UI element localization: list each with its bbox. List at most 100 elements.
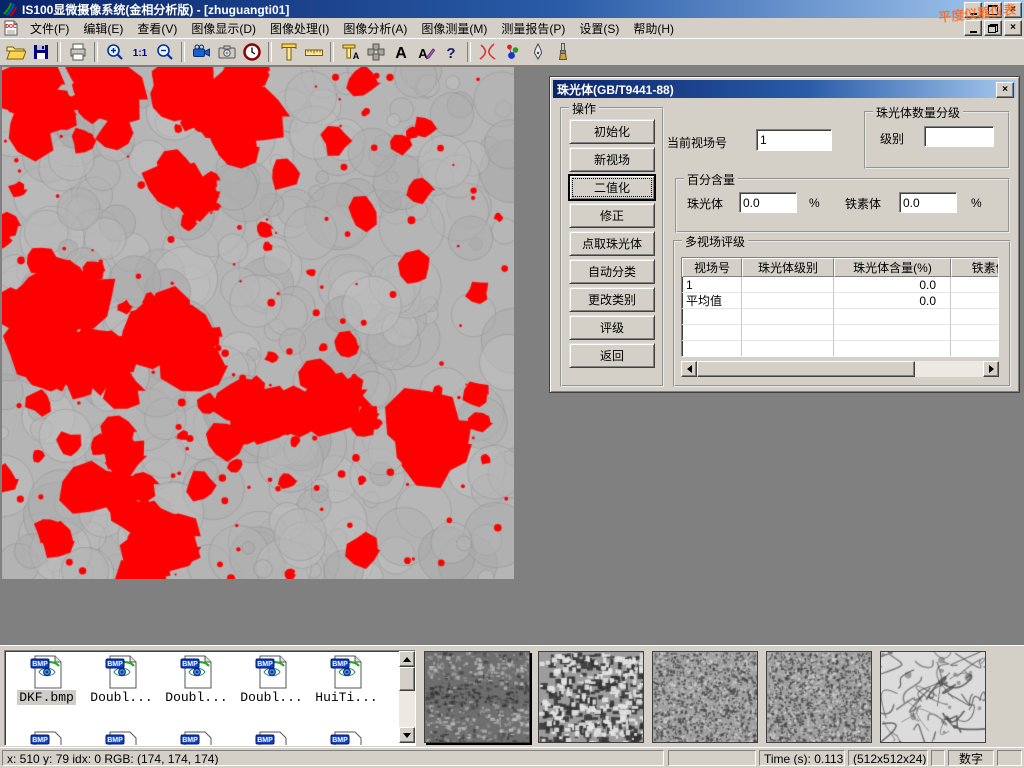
op-pick-pearlite-button[interactable]: 点取珠光体: [569, 231, 655, 256]
child-minimize-button[interactable]: [964, 20, 982, 36]
menu-item-image-processing[interactable]: 图像处理(I): [263, 18, 336, 39]
print-button[interactable]: [65, 40, 90, 64]
scroll-down-button[interactable]: [399, 727, 415, 743]
op-auto-classify-button[interactable]: 自动分类: [569, 259, 655, 284]
multi-field-group: 多视场评级 视场号 珠光体级别 珠光体含量(%) 铁素体含量(%) 1 0.0: [673, 240, 1011, 387]
thumbnail-image-3[interactable]: [652, 651, 758, 743]
save-button[interactable]: [28, 40, 53, 64]
col-header-field: 视场号: [682, 258, 742, 277]
text-button[interactable]: A: [388, 40, 413, 64]
cell-ferrite-content: [951, 293, 999, 309]
thumbnail-image-4[interactable]: [766, 651, 872, 743]
menu-item-image-analysis[interactable]: 图像分析(A): [336, 18, 414, 39]
op-correct-button[interactable]: 修正: [569, 203, 655, 228]
dialog-close-button[interactable]: ×: [996, 82, 1014, 98]
file-name[interactable]: DKF.bmp: [17, 690, 76, 705]
zoom-out-button[interactable]: [152, 40, 177, 64]
menu-item-measure-report[interactable]: 测量报告(P): [494, 18, 572, 39]
file-item[interactable]: BMP HuiTi...: [309, 655, 384, 705]
svg-text:1:1: 1:1: [132, 48, 147, 59]
app-logo-icon: [2, 1, 18, 17]
scroll-left-button[interactable]: [681, 361, 697, 377]
op-return-button[interactable]: 返回: [569, 343, 655, 368]
file-item[interactable]: BMP: [9, 731, 84, 746]
svg-text:BMP: BMP: [107, 737, 123, 744]
scroll-up-button[interactable]: [399, 651, 415, 667]
cell-pearlite-content: 0.0: [834, 277, 951, 293]
caliper-button[interactable]: [276, 40, 301, 64]
file-name[interactable]: HuiTi...: [313, 690, 379, 705]
op-initialize-button[interactable]: 初始化: [569, 119, 655, 144]
file-item[interactable]: BMP DKF.bmp: [9, 655, 84, 705]
op-change-class-button[interactable]: 更改类别: [569, 287, 655, 312]
status-time: Time (s): 0.113: [759, 750, 845, 766]
file-item[interactable]: BMP: [159, 731, 234, 746]
document-icon[interactable]: DOC: [3, 20, 19, 36]
window-title: IS100显微摄像系统(金相分析版) - [zhuguangti01]: [22, 1, 289, 18]
minimize-button[interactable]: [964, 2, 982, 18]
maximize-button[interactable]: [984, 2, 1002, 18]
current-field-input[interactable]: [756, 129, 832, 151]
pearlite-percent-sign: %: [809, 196, 820, 210]
cell-pearlite-content: 0.0: [834, 293, 951, 309]
scroll-right-button[interactable]: [983, 361, 999, 377]
svg-text:BMP: BMP: [32, 737, 48, 744]
child-close-button[interactable]: ×: [1004, 20, 1022, 36]
merge-button[interactable]: [363, 40, 388, 64]
svg-text:BMP: BMP: [257, 661, 273, 668]
grade-input[interactable]: [924, 126, 994, 147]
actual-size-button[interactable]: 1:1: [127, 40, 152, 64]
ferrite-percent-input[interactable]: [899, 192, 957, 213]
file-name[interactable]: Doubl...: [163, 690, 229, 705]
menu-item-image-measure[interactable]: 图像测量(M): [414, 18, 494, 39]
scrollbar-thumb[interactable]: [399, 667, 415, 691]
close-button[interactable]: ×: [1004, 2, 1022, 18]
file-list-scrollbar[interactable]: [399, 651, 415, 743]
op-binarize-button[interactable]: 二值化: [569, 175, 655, 200]
file-name[interactable]: Doubl...: [238, 690, 304, 705]
menu-item-edit[interactable]: 编辑(E): [76, 18, 130, 39]
pearlite-percent-input[interactable]: [739, 192, 797, 213]
svg-text:BMP: BMP: [32, 661, 48, 668]
help-button[interactable]: ?: [438, 40, 463, 64]
file-item[interactable]: BMP Doubl...: [234, 655, 309, 705]
metallographic-image[interactable]: [2, 67, 514, 579]
ruler-button[interactable]: [301, 40, 326, 64]
file-item[interactable]: BMP Doubl...: [84, 655, 159, 705]
timer-button[interactable]: [239, 40, 264, 64]
file-item[interactable]: BMP: [84, 731, 159, 746]
table-horizontal-scrollbar[interactable]: [681, 361, 999, 377]
annotate-button[interactable]: A: [413, 40, 438, 64]
menu-item-help[interactable]: 帮助(H): [626, 18, 681, 39]
menu-item-image-display[interactable]: 图像显示(D): [184, 18, 263, 39]
curve-tool-button[interactable]: [475, 40, 500, 64]
picker-button[interactable]: [525, 40, 550, 64]
file-item[interactable]: BMP: [309, 731, 384, 746]
op-rate-button[interactable]: 评级: [569, 315, 655, 340]
thumbnail-image-5[interactable]: [880, 651, 986, 743]
op-new-field-button[interactable]: 新视场: [569, 147, 655, 172]
particle-classify-button[interactable]: [500, 40, 525, 64]
menu-item-settings[interactable]: 设置(S): [572, 18, 626, 39]
capture-button[interactable]: [214, 40, 239, 64]
video-camera-button[interactable]: [189, 40, 214, 64]
file-item[interactable]: BMP Doubl...: [159, 655, 234, 705]
file-item[interactable]: BMP: [234, 731, 309, 746]
scrollbar-thumb[interactable]: [697, 361, 915, 377]
pearlite-label: 珠光体: [687, 195, 723, 212]
dialog-title-bar[interactable]: 珠光体(GB/T9441-88) ×: [553, 80, 1016, 98]
thumbnail-image-1[interactable]: [424, 651, 530, 743]
thumbnail-image-2[interactable]: [538, 651, 644, 743]
file-name[interactable]: Doubl...: [88, 690, 154, 705]
col-header-pearlite-content: 珠光体含量(%): [834, 258, 951, 277]
measure-text-button[interactable]: A: [338, 40, 363, 64]
menu-item-file[interactable]: 文件(F): [23, 18, 76, 39]
brush-button[interactable]: [550, 40, 575, 64]
child-restore-button[interactable]: [984, 20, 1002, 36]
zoom-in-button[interactable]: [102, 40, 127, 64]
open-button[interactable]: [3, 40, 28, 64]
menu-item-view[interactable]: 查看(V): [130, 18, 184, 39]
table-row-empty: [682, 309, 999, 325]
workspace: 珠光体(GB/T9441-88) × 操作 初始化 新视场 二值化 修正 点取珠…: [0, 66, 1024, 645]
bottom-panel: BMP DKF.bmp BMP Doubl... BMP Doubl... BM…: [0, 645, 1024, 748]
